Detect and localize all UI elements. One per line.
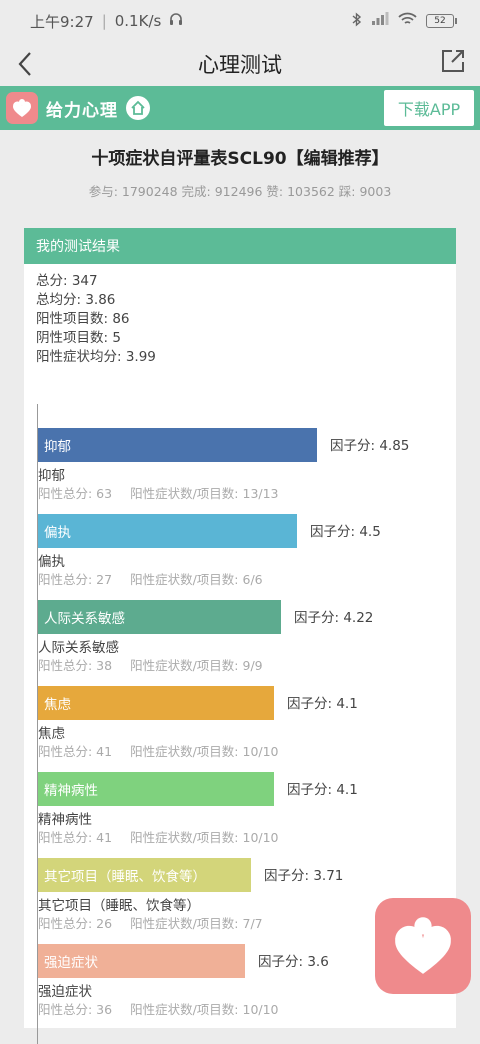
page-title: 心理测试 — [198, 53, 282, 77]
positive-total: 阳性总分: 41 — [38, 830, 113, 845]
positive-ratio: 阳性症状数/项目数: 10/10 — [130, 830, 279, 845]
factor-item: 偏执 因子分: 4.5 偏执 阳性总分: 27 阳性症状数/项目数: 6/6 — [24, 514, 456, 600]
chart-bar: 人际关系敏感 — [38, 600, 281, 634]
factor-detail: 阳性总分: 38 阳性症状数/项目数: 9/9 — [38, 655, 263, 674]
bar-value-label: 因子分: 3.6 — [258, 954, 329, 970]
factor-name: 精神病性 — [38, 812, 92, 828]
heart-logo-icon — [395, 917, 451, 974]
positive-total: 阳性总分: 63 — [38, 486, 113, 501]
chart-bar: 精神病性 — [38, 772, 274, 806]
brand-name: 给力心理 — [46, 100, 118, 121]
average-score: 总均分: 3.86 — [36, 292, 116, 308]
status-speed: 0.1K/s — [114, 12, 162, 30]
bluetooth-icon — [352, 11, 362, 31]
factor-name: 其它项目（睡眠、饮食等） — [38, 898, 200, 914]
factor-detail: 阳性总分: 36 阳性症状数/项目数: 10/10 — [38, 999, 279, 1018]
back-button[interactable] — [14, 48, 38, 80]
positive-total: 阳性总分: 26 — [38, 916, 113, 931]
factor-detail: 阳性总分: 41 阳性症状数/项目数: 10/10 — [38, 827, 279, 846]
bar-value-label: 因子分: 4.85 — [330, 438, 410, 454]
positive-total: 阳性总分: 27 — [38, 572, 113, 587]
factor-item: 精神病性 因子分: 4.1 精神病性 阳性总分: 41 阳性症状数/项目数: 10/10 — [24, 772, 456, 858]
app-banner: 给力心理 下载APP — [0, 86, 480, 130]
result-summary: 总分: 347 总均分: 3.86 阳性项目数: 86 阴性项目数: 5 阳性症… — [24, 264, 456, 367]
chart-bar: 偏执 — [38, 514, 297, 548]
bar-value-label: 因子分: 4.1 — [287, 696, 358, 712]
factor-item: 抑郁 因子分: 4.85 抑郁 阳性总分: 63 阳性症状数/项目数: 13/13 — [24, 428, 456, 514]
positive-ratio: 阳性症状数/项目数: 10/10 — [130, 744, 279, 759]
home-icon — [131, 100, 145, 115]
chart-bar: 抑郁 — [38, 428, 317, 462]
positive-count: 阳性项目数: 86 — [36, 311, 130, 327]
positive-ratio: 阳性症状数/项目数: 10/10 — [130, 1002, 279, 1017]
factor-detail: 阳性总分: 27 阳性症状数/项目数: 6/6 — [38, 569, 263, 588]
factor-detail: 阳性总分: 41 阳性症状数/项目数: 10/10 — [38, 741, 279, 760]
battery-level: 52 — [434, 16, 446, 26]
factor-name: 抑郁 — [38, 468, 65, 484]
total-score: 总分: 347 — [36, 273, 98, 289]
floating-app-logo[interactable] — [375, 898, 471, 994]
factor-detail: 阳性总分: 26 阳性症状数/项目数: 7/7 — [38, 913, 263, 932]
positive-ratio: 阳性症状数/项目数: 6/6 — [130, 572, 263, 587]
chart-bar: 焦虑 — [38, 686, 274, 720]
download-app-button[interactable]: 下载APP — [384, 90, 474, 126]
bar-value-label: 因子分: 4.1 — [287, 782, 358, 798]
wifi-icon — [398, 12, 417, 30]
bar-value-label: 因子分: 4.5 — [310, 524, 381, 540]
factor-name: 强迫症状 — [38, 984, 92, 1000]
headset-icon — [169, 12, 183, 30]
factor-name: 焦虑 — [38, 726, 65, 742]
factor-name: 偏执 — [38, 554, 65, 570]
result-header: 我的测试结果 — [24, 228, 456, 264]
chevron-left-icon — [18, 52, 31, 76]
status-time: 上午9:27 — [30, 12, 94, 31]
chart-bar: 强迫症状 — [38, 944, 245, 978]
positive-total: 阳性总分: 36 — [38, 1002, 113, 1017]
positive-ratio: 阳性症状数/项目数: 7/7 — [130, 916, 263, 931]
factor-item: 人际关系敏感 因子分: 4.22 人际关系敏感 阳性总分: 38 阳性症状数/项目数: … — [24, 600, 456, 686]
factor-detail: 阳性总分: 63 阳性症状数/项目数: 13/13 — [38, 483, 279, 502]
chart-bar: 其它项目（睡眠、饮食等） — [38, 858, 251, 892]
home-button[interactable] — [126, 96, 150, 120]
test-title: 十项症状自评量表SCL90【编辑推荐】 — [91, 149, 389, 169]
positive-total: 阳性总分: 38 — [38, 658, 113, 673]
share-icon — [442, 50, 464, 72]
positive-total: 阳性总分: 41 — [38, 744, 113, 759]
battery-icon: 52 — [426, 14, 457, 28]
factor-item: 焦虑 因子分: 4.1 焦虑 阳性总分: 41 阳性症状数/项目数: 10/10 — [24, 686, 456, 772]
nav-bar: 心理测试 — [0, 42, 480, 86]
share-button[interactable] — [440, 48, 466, 74]
test-stats: 参与: 1790248 完成: 912496 赞: 103562 踩: 9003 — [88, 184, 392, 199]
heart-logo-icon — [12, 99, 32, 117]
positive-average: 阳性症状均分: 3.99 — [36, 349, 156, 365]
app-logo — [6, 92, 38, 124]
factor-name: 人际关系敏感 — [38, 640, 119, 656]
positive-ratio: 阳性症状数/项目数: 13/13 — [130, 486, 279, 501]
positive-ratio: 阳性症状数/项目数: 9/9 — [130, 658, 263, 673]
negative-count: 阴性项目数: 5 — [36, 330, 121, 346]
signal-icon — [371, 12, 389, 30]
status-divider: | — [101, 12, 107, 30]
bar-value-label: 因子分: 4.22 — [294, 610, 374, 626]
bar-value-label: 因子分: 3.71 — [264, 868, 344, 884]
status-bar: 上午9:27 | 0.1K/s 52 — [0, 0, 480, 42]
